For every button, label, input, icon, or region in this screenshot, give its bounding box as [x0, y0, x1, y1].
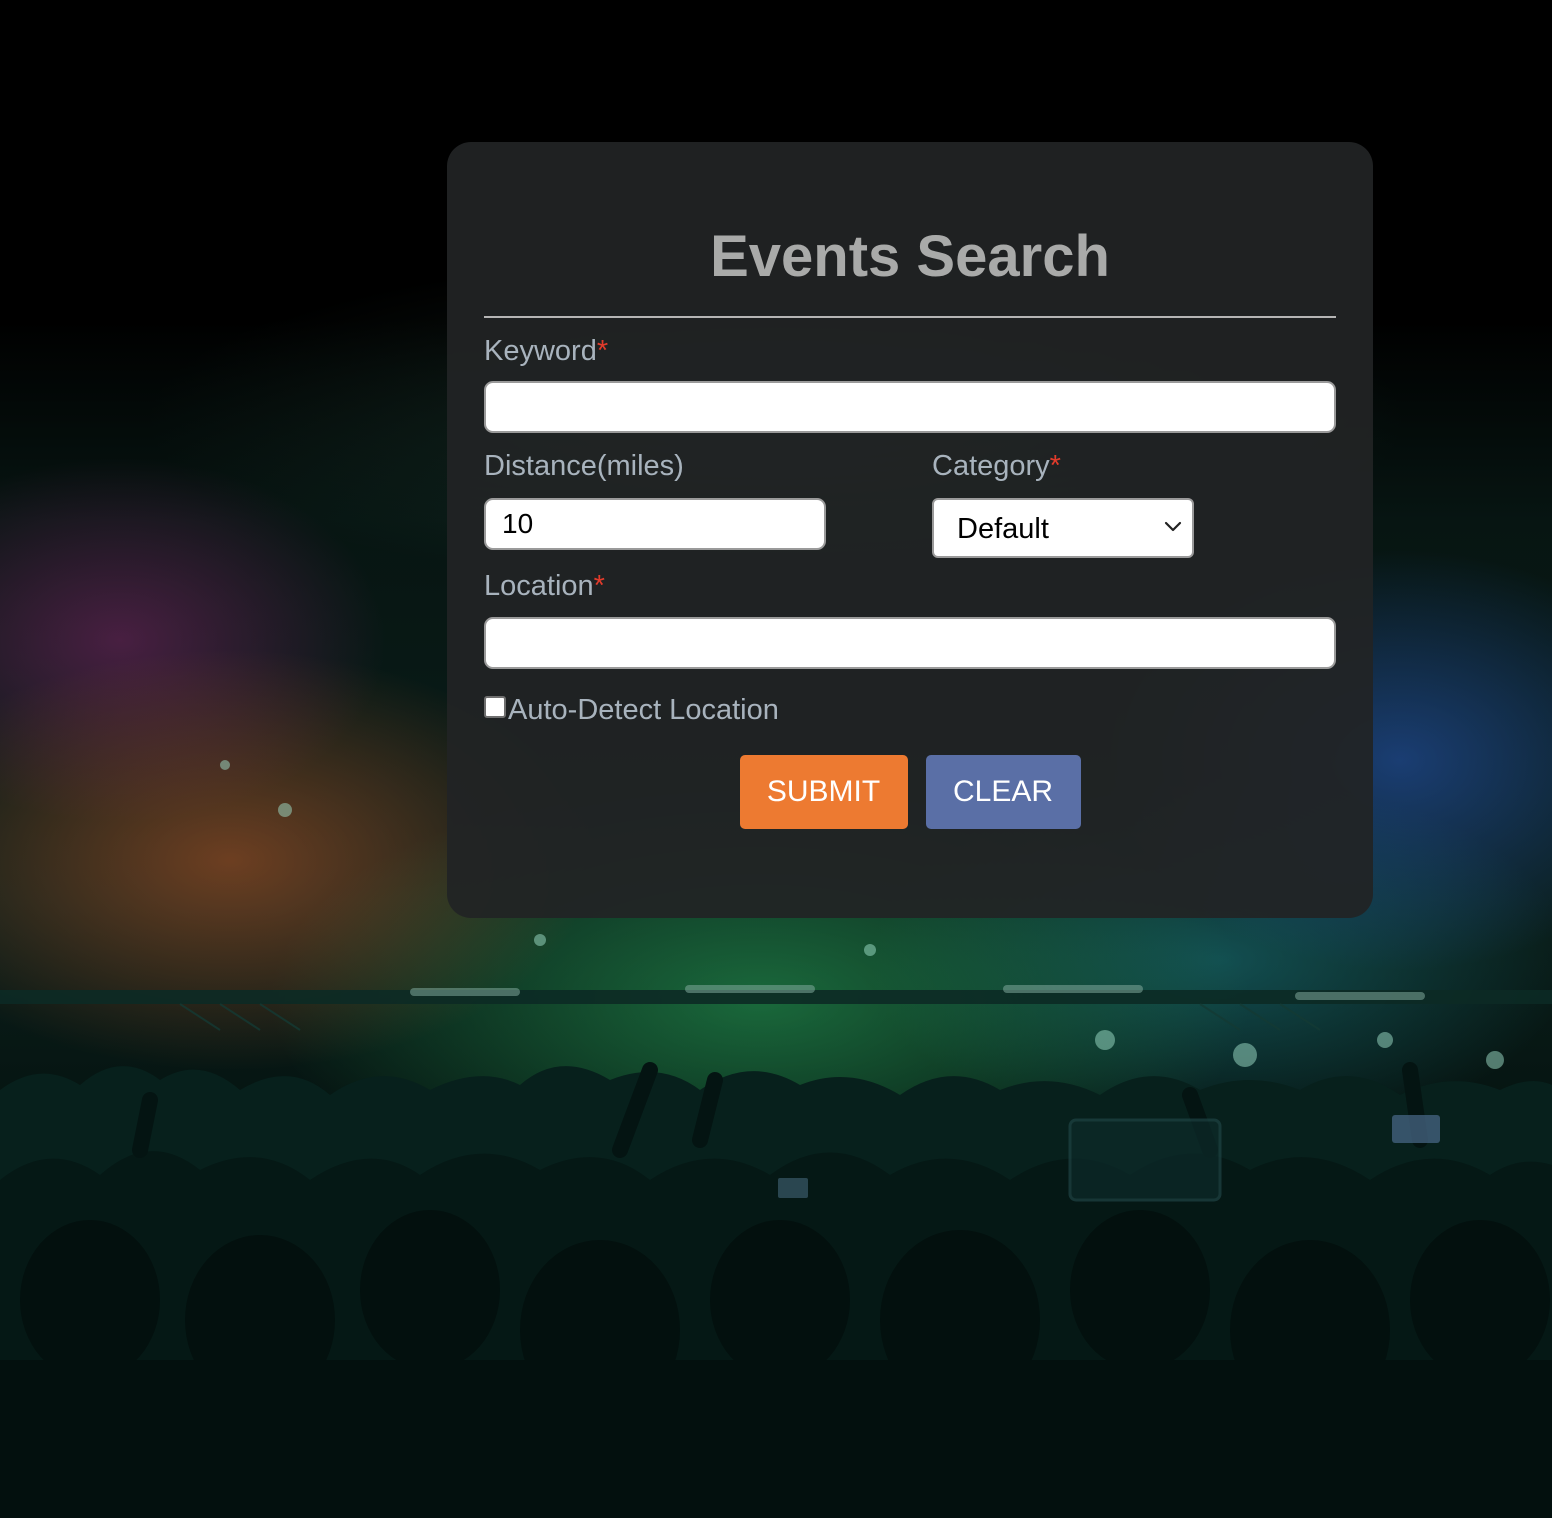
submit-button[interactable]: SUBMIT — [739, 755, 908, 829]
auto-detect-row: Auto-Detect Location — [484, 693, 1336, 727]
required-mark: * — [596, 335, 609, 367]
distance-group: Distance(miles) — [484, 449, 826, 550]
keyword-label-text: Keyword — [484, 335, 597, 367]
category-selected-value: Default — [957, 513, 1049, 545]
required-mark: * — [1049, 450, 1061, 482]
keyword-label: Keyword* — [484, 334, 1336, 368]
category-label-text: Category — [932, 450, 1050, 482]
required-mark: * — [593, 570, 605, 602]
page: Events Search Keyword* Distance(miles) C… — [0, 0, 1552, 1518]
distance-input[interactable] — [484, 498, 826, 550]
chevron-down-icon — [1164, 521, 1182, 532]
category-label: Category* — [932, 449, 1194, 483]
search-form-card: Events Search Keyword* Distance(miles) C… — [447, 142, 1373, 918]
location-label: Location* — [484, 569, 1336, 603]
auto-detect-checkbox[interactable] — [484, 696, 506, 718]
category-group: Category* Default — [932, 449, 1194, 558]
distance-label: Distance(miles) — [484, 450, 684, 482]
clear-button[interactable]: CLEAR — [925, 755, 1081, 829]
location-label-text: Location — [484, 570, 594, 602]
keyword-input[interactable] — [484, 381, 1336, 433]
location-input[interactable] — [484, 617, 1336, 669]
form-buttons: SUBMIT CLEAR — [484, 755, 1336, 829]
distance-category-row: Distance(miles) Category* Default — [484, 449, 1336, 567]
category-select[interactable]: Default — [932, 498, 1194, 558]
title-divider — [484, 316, 1336, 318]
page-title: Events Search — [710, 224, 1110, 289]
auto-detect-label[interactable]: Auto-Detect Location — [508, 693, 779, 727]
